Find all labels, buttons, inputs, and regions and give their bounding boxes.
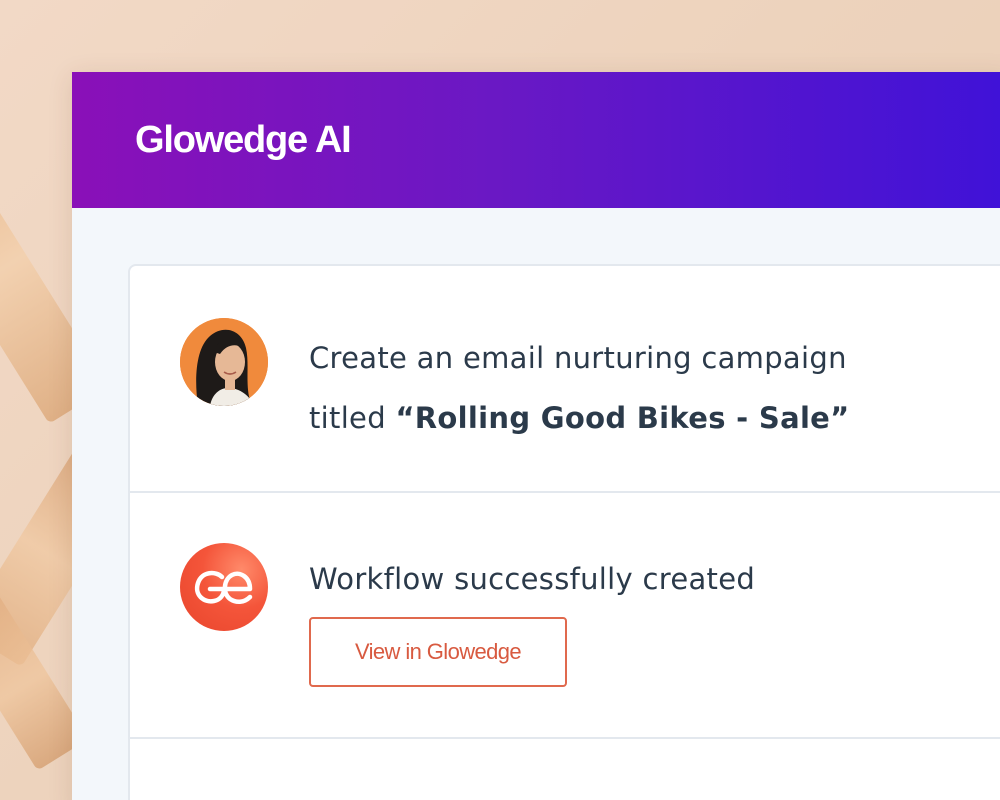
user-message-line2: titled “Rolling Good Bikes - Sale”	[309, 388, 850, 448]
glowedge-logo-icon	[194, 570, 253, 604]
app-window: Glowedge AI Create an email nurturing ca…	[72, 72, 1000, 800]
user-message-line1: Create an email nurturing campaign	[309, 341, 847, 375]
ai-message: Workflow successfully created View in Gl…	[130, 493, 1000, 739]
app-header: Glowedge AI	[72, 72, 1000, 208]
ai-message-text: Workflow successfully created	[309, 562, 756, 596]
user-avatar-photo-icon	[180, 318, 268, 406]
user-avatar	[180, 318, 268, 406]
user-message: Create an email nurturing campaign title…	[130, 266, 1000, 493]
view-in-glowedge-button[interactable]: View in Glowedge	[309, 617, 567, 687]
user-message-prefix: titled	[309, 401, 396, 435]
app-title: Glowedge AI	[135, 118, 352, 161]
chat-panel: Create an email nurturing campaign title…	[128, 264, 1000, 800]
ai-avatar	[180, 543, 268, 631]
campaign-title: “Rolling Good Bikes - Sale”	[395, 401, 850, 435]
user-message-text: Create an email nurturing campaign title…	[309, 328, 850, 448]
